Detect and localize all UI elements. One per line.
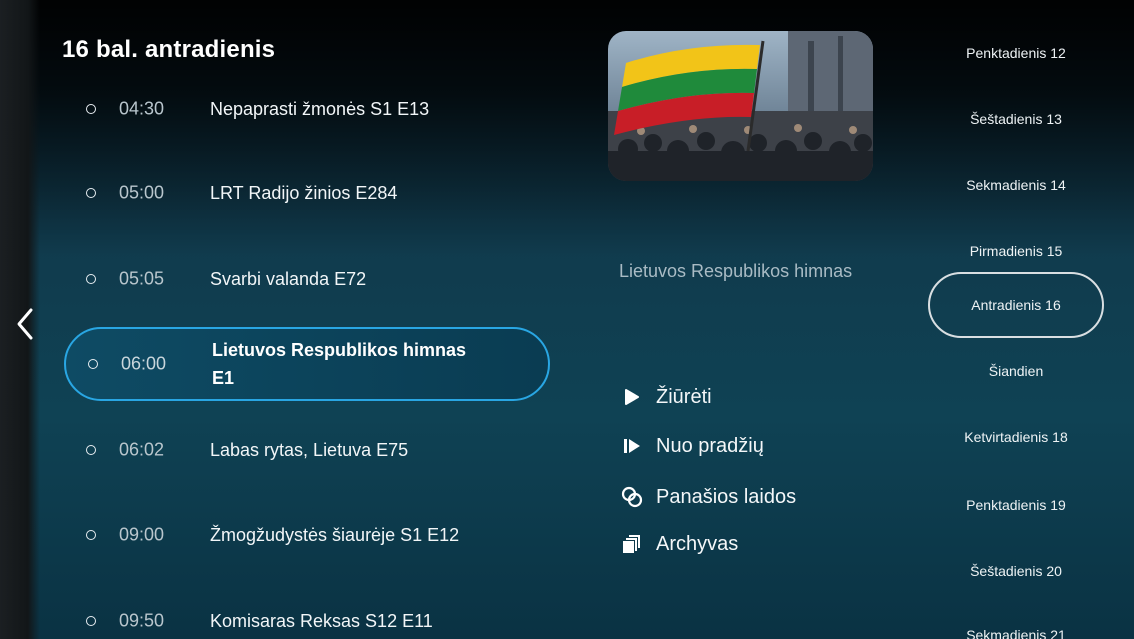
program-item[interactable]: 05:00 LRT Radijo žinios E284 [64,156,550,230]
archive-button[interactable]: Archyvas [620,528,738,560]
program-item[interactable]: 04:30 Nepaprasti žmonės S1 E13 [64,72,550,146]
day-item-today[interactable]: Šiandien [928,338,1104,404]
program-time: 06:00 [121,353,167,374]
day-item[interactable]: Sekmadienis 14 [928,152,1104,218]
chevron-left-icon [17,308,33,340]
program-time: 04:30 [119,98,165,119]
restart-label: Nuo pradžių [656,434,764,457]
page-title: 16 bal. antradienis [62,36,276,63]
similar-label: Panašios laidos [656,485,797,508]
back-button[interactable] [12,304,38,344]
archive-label: Archyvas [656,532,739,555]
program-time: 05:00 [119,182,165,203]
day-item[interactable]: Penktadienis 19 [928,472,1104,538]
epg-screen: 16 bal. antradienis 04:30 Nepaprasti žmo… [0,0,1134,639]
reminder-circle-icon [86,530,96,540]
day-item[interactable]: Ketvirtadienis 18 [928,404,1104,470]
watch-label: Žiūrėti [656,385,712,408]
program-time: 09:00 [119,524,165,545]
program-title: Lietuvos Respublikos himnas E1 [212,340,467,388]
thumbnail-image [608,31,873,181]
reminder-circle-icon [86,445,96,455]
day-item-active[interactable]: Antradienis 16 [928,272,1104,338]
program-item[interactable]: 05:05 Svarbi valanda E72 [64,242,550,316]
program-time: 05:05 [119,268,165,289]
reminder-circle-icon [86,188,96,198]
program-title: LRT Radijo žinios E284 [210,183,398,203]
program-title: Labas rytas, Lietuva E75 [210,440,409,460]
day-item[interactable]: Šeštadienis 20 [928,538,1104,604]
program-title: Komisaras Reksas S12 E11 [210,611,433,631]
watch-button[interactable]: Žiūrėti [620,381,712,413]
day-item[interactable]: Penktadienis 12 [928,20,1104,86]
program-item[interactable]: 09:50 Komisaras Reksas S12 E11 [64,584,550,639]
program-description: Lietuvos Respublikos himnas [619,261,853,281]
restart-icon [620,434,644,458]
reminder-circle-icon [88,359,98,369]
similar-icon [620,485,644,509]
program-title: Svarbi valanda E72 [210,269,367,289]
reminder-circle-icon [86,274,96,284]
reminder-circle-icon [86,104,96,114]
archive-icon [620,532,644,556]
program-time: 09:50 [119,610,165,631]
program-thumbnail [608,31,873,181]
similar-shows-button[interactable]: Panašios laidos [620,481,796,513]
reminder-circle-icon [86,616,96,626]
program-item[interactable]: 09:00 Žmogžudystės šiaurėje S1 E12 [64,498,550,572]
program-title: Žmogžudystės šiaurėje S1 E12 [210,525,460,545]
play-icon [620,385,644,409]
program-item-selected[interactable]: 06:00 Lietuvos Respublikos himnas E1 [64,327,550,401]
day-item[interactable]: Šeštadienis 13 [928,86,1104,152]
restart-button[interactable]: Nuo pradžių [620,430,764,462]
program-title: Nepaprasti žmonės S1 E13 [210,99,430,119]
program-time: 06:02 [119,439,165,460]
program-item[interactable]: 06:02 Labas rytas, Lietuva E75 [64,413,550,487]
day-item[interactable]: Sekmadienis 21 [928,602,1104,639]
